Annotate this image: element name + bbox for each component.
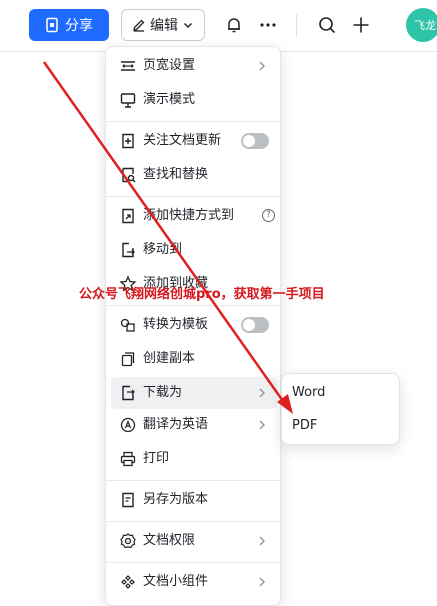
watermark-text: 公众号飞翔网络创城pro，获取第一手项目 bbox=[79, 287, 325, 302]
